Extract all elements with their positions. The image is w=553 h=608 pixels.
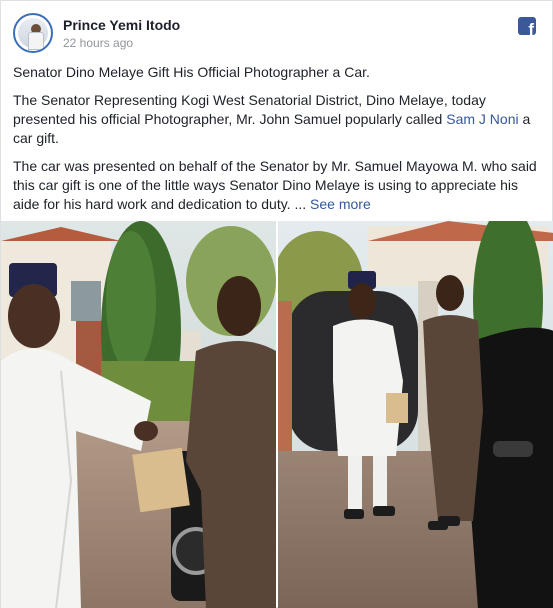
photo-left-image [1,221,276,608]
author-avatar[interactable] [13,13,53,53]
post-paragraph: The car was presented on behalf of the S… [13,157,541,214]
facebook-icon[interactable]: f [518,17,536,35]
photo-grid [1,221,553,608]
post-headline: Senator Dino Melaye Gift His Official Ph… [13,64,370,80]
paragraph-text: The Senator Representing Kogi West Senat… [13,92,486,127]
post-timestamp[interactable]: 22 hours ago [63,36,133,50]
facebook-glyph: f [528,20,534,35]
post-photo-left[interactable] [1,221,276,608]
tagged-user-link[interactable]: Sam J Noni [446,111,518,127]
post-photo-right[interactable] [278,221,553,608]
see-more-link[interactable]: See more [310,196,371,212]
post-body: Senator Dino Melaye Gift His Official Ph… [13,63,541,223]
avatar-photo [18,18,48,50]
avatar-shirt [28,32,44,50]
post-paragraph: The Senator Representing Kogi West Senat… [13,91,541,148]
photo-right-image [278,221,553,608]
paragraph-text: The car was presented on behalf of the S… [13,158,537,212]
author-name[interactable]: Prince Yemi Itodo [63,17,180,33]
facebook-post-card: Prince Yemi Itodo 22 hours ago f Senator… [0,0,553,608]
post-header: Prince Yemi Itodo 22 hours ago f [13,13,540,57]
